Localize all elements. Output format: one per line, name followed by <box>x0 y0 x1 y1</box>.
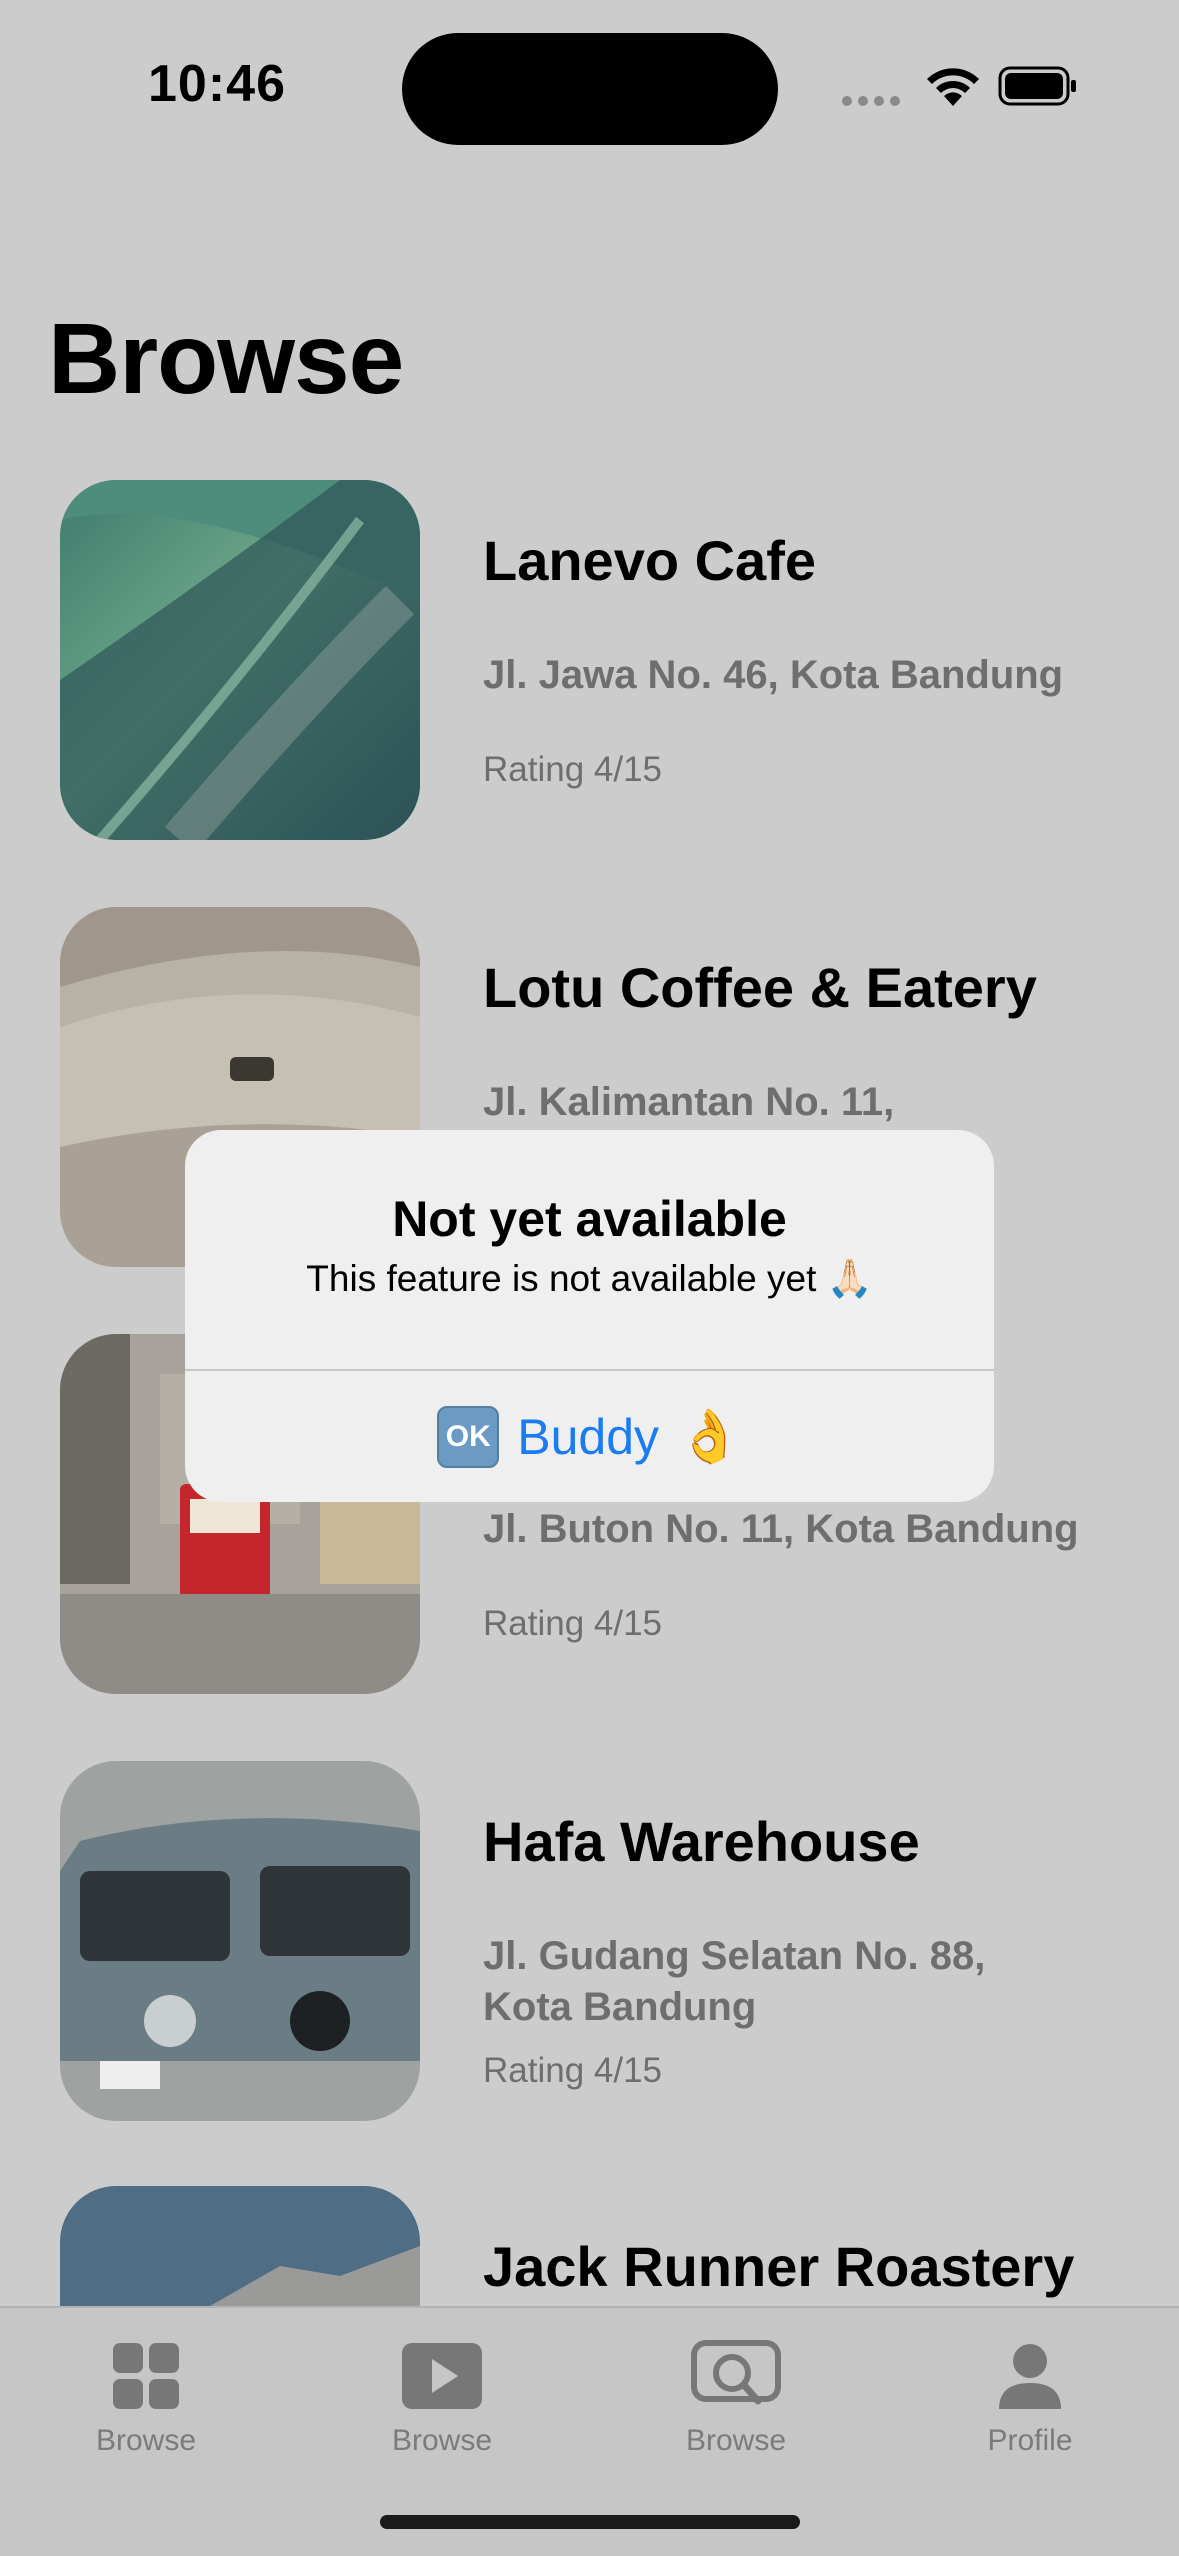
search-chat-icon <box>691 2340 781 2405</box>
alert-title: Not yet available <box>392 1191 787 1247</box>
cafe-thumbnail <box>60 480 420 840</box>
ok-hand-icon: 👌 <box>677 1408 742 1466</box>
cafe-name: Lanevo Cafe <box>483 529 816 592</box>
cafe-rating: Rating 4/15 <box>483 1604 663 1643</box>
cafe-thumbnail <box>60 2186 420 2306</box>
cafe-address: Jl. Buton No. 11, Kota Bandung <box>483 1507 1079 1551</box>
tab-label: Browse <box>391 2424 493 2457</box>
tab-label: Browse <box>685 2424 787 2457</box>
home-indicator[interactable] <box>380 2515 800 2529</box>
browse-screen: 10:46 Browse Lanevo Cafe Jl. Jawa No. 46… <box>0 0 1179 2556</box>
cafe-name: Lotu Coffee & Eatery <box>483 956 1037 1019</box>
alert-ok-button[interactable]: OK Buddy 👌 <box>185 1371 994 1502</box>
tab-browse-video[interactable]: Browse <box>332 2326 552 2476</box>
cafe-row[interactable]: Hafa Warehouse Jl. Gudang Selatan No. 88… <box>0 1761 1179 2121</box>
tab-label: Profile <box>987 2424 1073 2457</box>
tab-label: Browse <box>95 2424 197 2457</box>
alert-message: This feature is not available yet 🙏🏻 <box>306 1258 873 1299</box>
grid-icon <box>113 2343 179 2409</box>
cafe-address: Jl. Gudang Selatan No. 88, Kota Bandung <box>483 1934 986 2029</box>
status-time: 10:46 <box>148 55 286 113</box>
alert-dialog: Not yet available This feature is not av… <box>185 1130 994 1502</box>
tab-profile[interactable]: Profile <box>920 2326 1140 2476</box>
cafe-rating: Rating 4/15 <box>483 2051 663 2090</box>
tab-browse-search[interactable]: Browse <box>626 2326 846 2476</box>
dynamic-island <box>402 33 778 145</box>
cellular-signal-icon <box>842 96 900 106</box>
cafe-name: Jack Runner Roastery <box>483 2235 1075 2298</box>
wifi-icon <box>927 68 979 106</box>
battery-icon <box>998 66 1076 106</box>
alert-button-label: Buddy <box>517 1408 660 1465</box>
cafe-row[interactable]: Jack Runner Roastery <box>0 2186 1179 2306</box>
tab-browse[interactable]: Browse <box>36 2326 256 2476</box>
cafe-rating: Rating 4/15 <box>483 750 663 789</box>
cafe-address: Jl. Jawa No. 46, Kota Bandung <box>483 653 1064 697</box>
ok-badge-icon: OK <box>437 1405 500 1468</box>
page-title: Browse <box>48 303 404 415</box>
cafe-row[interactable]: Lanevo Cafe Jl. Jawa No. 46, Kota Bandun… <box>0 480 1179 840</box>
cafe-thumbnail <box>60 1761 420 2121</box>
person-icon <box>999 2344 1061 2409</box>
play-icon <box>402 2343 482 2409</box>
cafe-name: Hafa Warehouse <box>483 1810 920 1873</box>
status-icons <box>842 62 1082 110</box>
